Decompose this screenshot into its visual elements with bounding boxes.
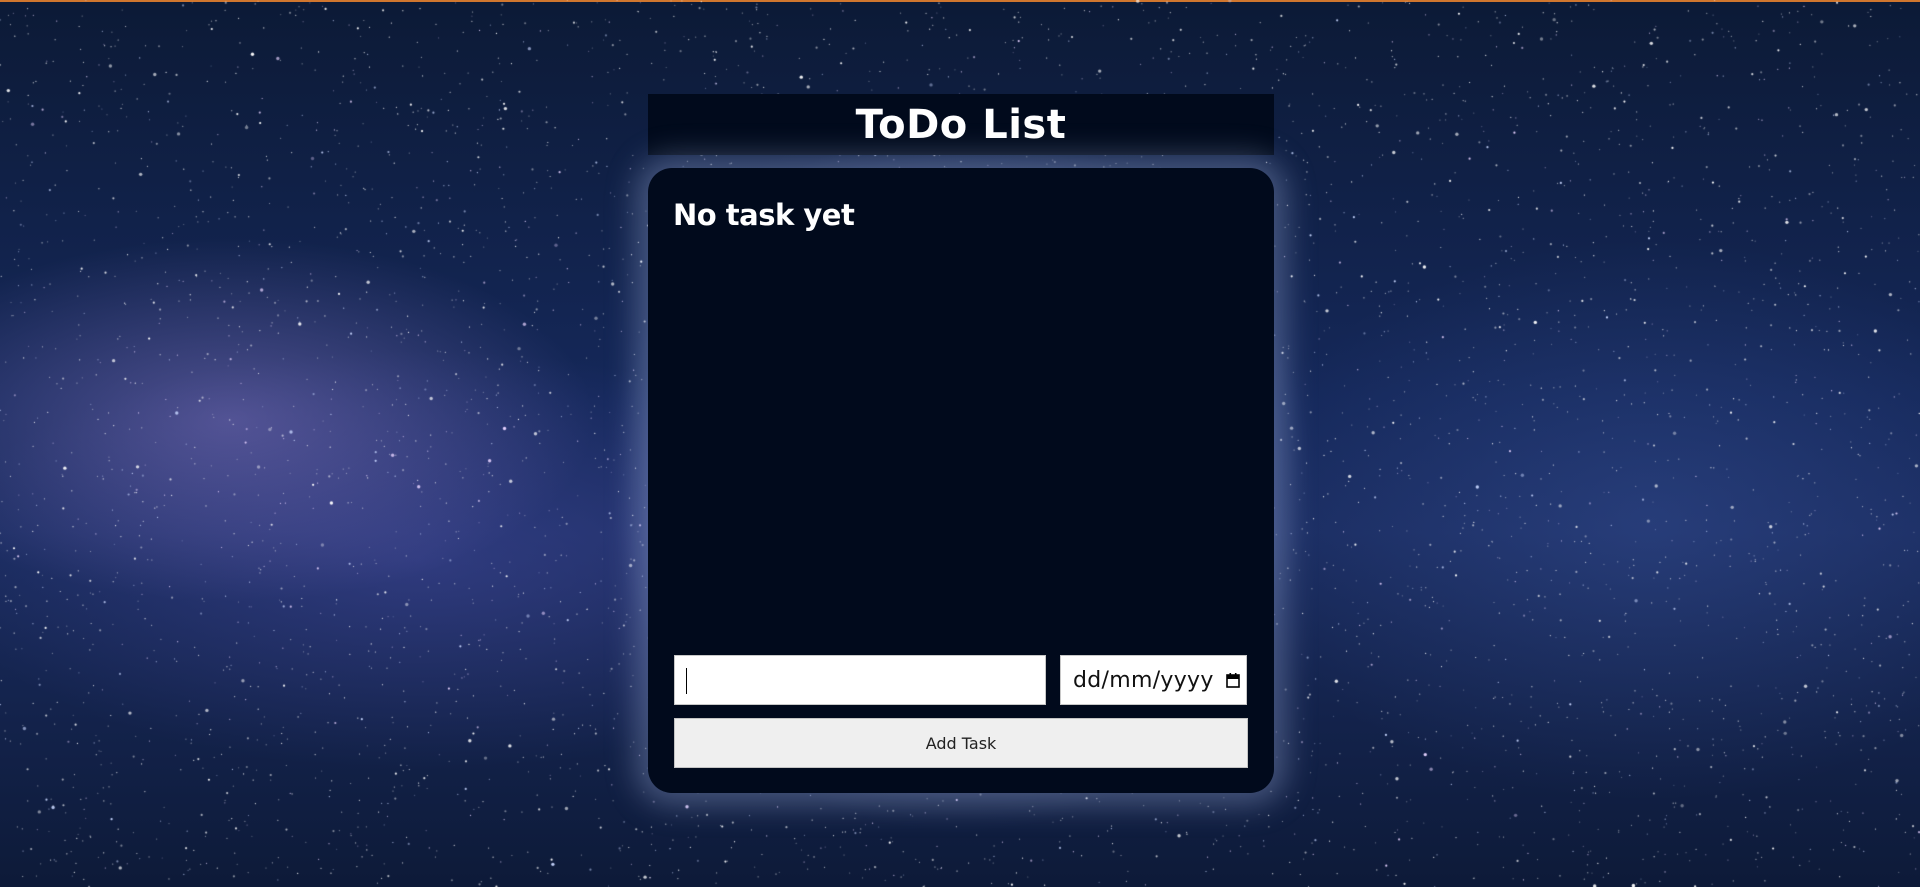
due-date-input[interactable]: dd/mm/yyyy bbox=[1060, 655, 1247, 705]
app-header: ToDo List bbox=[648, 94, 1274, 155]
app-title: ToDo List bbox=[855, 101, 1067, 148]
calendar-icon[interactable] bbox=[1226, 672, 1240, 688]
todo-panel: No task yet dd/mm/yyyy Add Task bbox=[648, 168, 1274, 793]
empty-task-message: No task yet bbox=[673, 198, 855, 232]
text-caret bbox=[686, 668, 687, 694]
task-input[interactable] bbox=[674, 655, 1046, 705]
add-task-button[interactable]: Add Task bbox=[674, 718, 1248, 768]
date-placeholder: dd/mm/yyyy bbox=[1073, 667, 1214, 693]
